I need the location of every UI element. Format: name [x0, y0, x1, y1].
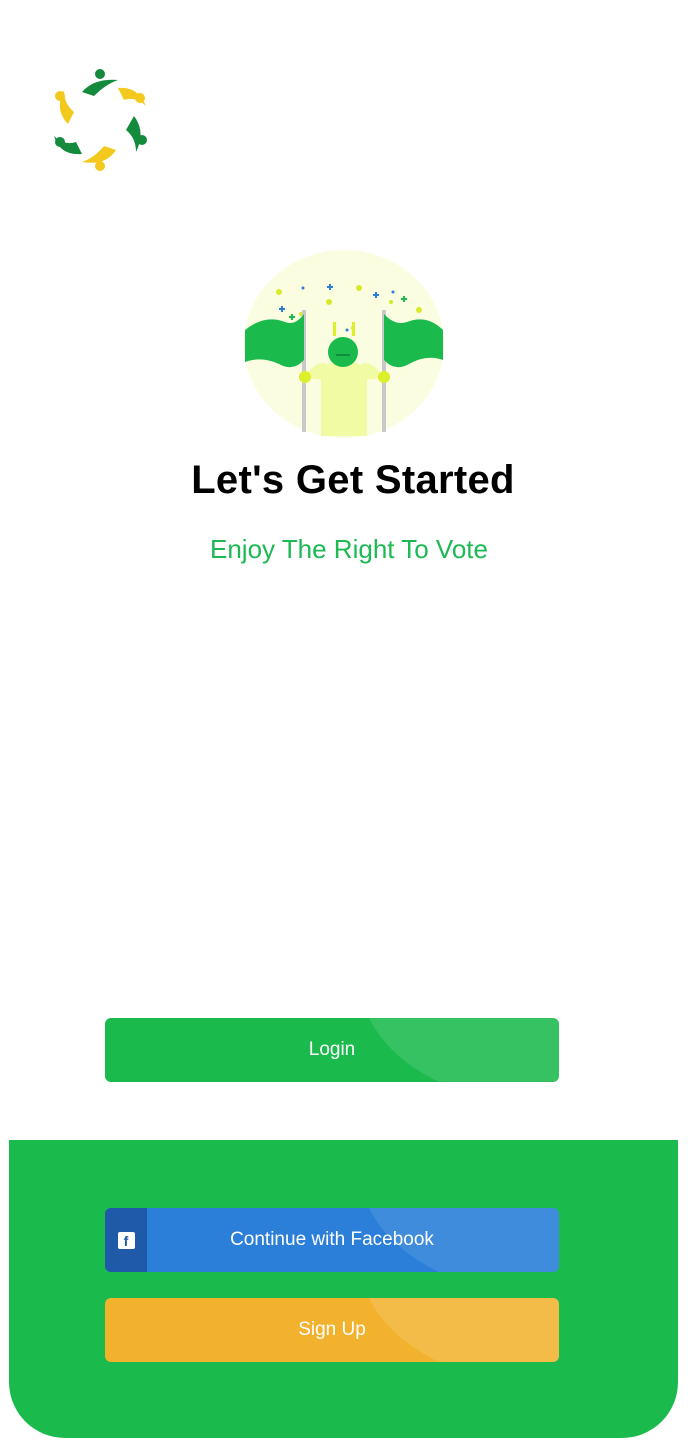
person-with-flags-illustration-icon [243, 250, 445, 440]
page-subtitle: Enjoy The Right To Vote [209, 534, 488, 564]
app-logo-icon [48, 66, 152, 176]
login-button[interactable]: Login [105, 1018, 559, 1082]
login-button-label: Login [308, 1039, 356, 1060]
page-title: Let's Get Started [191, 458, 515, 502]
welcome-screen: Let's Get Started Enjoy The Right To Vot… [0, 0, 688, 1450]
sign-up-button[interactable]: Sign Up [105, 1298, 559, 1362]
continue-with-facebook-button[interactable]: f Continue with Facebook [105, 1208, 559, 1272]
bottom-action-panel [9, 1140, 678, 1438]
facebook-icon: f [117, 1231, 135, 1249]
facebook-button-label: Continue with Facebook [230, 1229, 434, 1250]
sign-up-button-label: Sign Up [298, 1319, 366, 1340]
facebook-icon-container: f [105, 1208, 147, 1272]
